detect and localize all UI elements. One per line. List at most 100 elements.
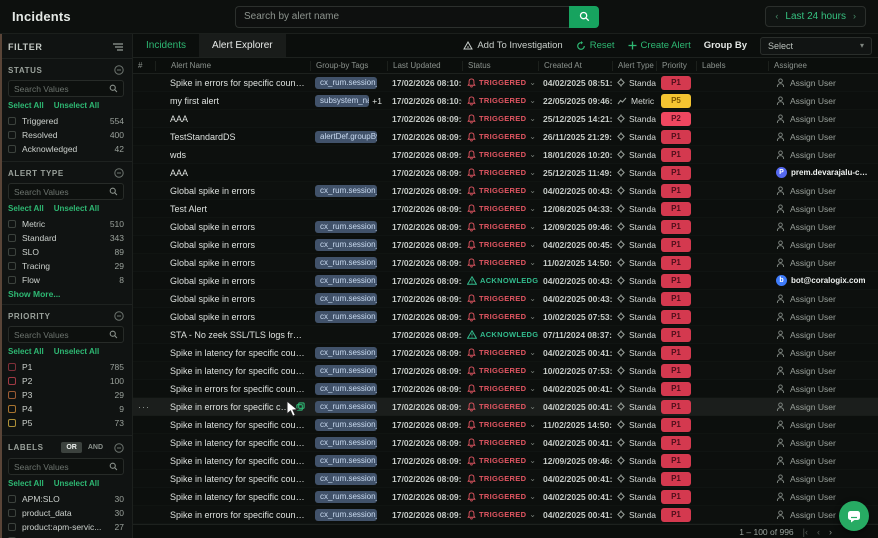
assign-user-button[interactable]: Assign User (776, 312, 836, 322)
col-header-alert-type[interactable]: Alert Type (612, 61, 656, 71)
table-row[interactable]: ··· Spike in errors for specific country… (133, 74, 878, 92)
alert-name[interactable]: AAA (170, 168, 188, 178)
filter-item[interactable]: P2 100 (8, 374, 124, 387)
status-dropdown-icon[interactable]: ⌄ (529, 186, 538, 195)
assign-user-button[interactable]: Assign User (776, 402, 836, 412)
checkbox[interactable] (8, 495, 16, 503)
group-by-tag-chip[interactable]: cx_rum.session_conte (315, 491, 377, 503)
show-more-link[interactable]: Show More... (8, 289, 124, 299)
alert-name[interactable]: Global spike in errors (170, 258, 255, 268)
status-dropdown-icon[interactable]: ⌄ (529, 96, 538, 105)
table-row[interactable]: ··· Global spike in errors cx_rum.sessio… (133, 290, 878, 308)
group-by-tag-chip[interactable]: cx_rum.session_conte (315, 365, 377, 377)
group-by-tag-chip[interactable]: cx_rum.session_conte (315, 509, 377, 521)
collapse-section-icon[interactable] (114, 168, 124, 178)
group-by-tag-chip[interactable]: cx_rum.session_conte (315, 419, 377, 431)
select-all-link[interactable]: Select All (8, 101, 44, 110)
table-row[interactable]: ··· my first alert subsystem_name: +1 17… (133, 92, 878, 110)
table-row[interactable]: ··· Spike in errors for specific country… (133, 506, 878, 524)
alert-name[interactable]: TestStandardDS (170, 132, 236, 142)
filter-item[interactable]: P3 29 (8, 388, 124, 401)
col-header-alert-name[interactable]: Alert Name (155, 61, 310, 71)
assign-user-button[interactable]: Assign User (776, 510, 836, 520)
filter-search-input[interactable] (14, 187, 109, 197)
create-alert-button[interactable]: Create Alert (628, 40, 691, 51)
alert-name[interactable]: Global spike in errors (170, 186, 255, 196)
chevron-right-icon[interactable]: › (853, 12, 856, 21)
checkbox[interactable] (8, 234, 16, 242)
group-by-tag-chip[interactable]: cx_rum.session_conte (315, 455, 377, 467)
assign-user-button[interactable]: Assign User (776, 240, 836, 250)
checkbox[interactable] (8, 391, 16, 399)
alert-name[interactable]: Global spike in errors (170, 312, 255, 322)
status-dropdown-icon[interactable]: ⌄ (529, 492, 538, 501)
status-dropdown-icon[interactable]: ⌄ (529, 168, 538, 177)
status-dropdown-icon[interactable]: ⌄ (529, 240, 538, 249)
status-dropdown-icon[interactable]: ⌄ (529, 150, 538, 159)
assign-user-button[interactable]: Assign User (776, 420, 836, 430)
table-row[interactable]: ··· Test Alert 17/02/2026 08:09:25 TRIGG… (133, 200, 878, 218)
unselect-all-link[interactable]: Unselect All (54, 347, 100, 356)
status-dropdown-icon[interactable]: ⌄ (529, 510, 538, 519)
table-row[interactable]: ··· wds 17/02/2026 08:09:35 TRIGGERED ⌄ … (133, 146, 878, 164)
copy-icon[interactable] (296, 402, 305, 411)
checkbox[interactable] (8, 523, 16, 531)
filter-item[interactable]: Tracing 29 (8, 259, 124, 272)
table-row[interactable]: ··· TestStandardDS alertDef.groupByKeys … (133, 128, 878, 146)
alert-name[interactable]: Spike in errors for specific country (170, 384, 305, 394)
chevron-left-icon[interactable]: ‹ (775, 12, 778, 21)
assign-user-button[interactable]: Assign User (776, 456, 836, 466)
table-row[interactable]: ··· Spike in latency for specific countr… (133, 452, 878, 470)
status-dropdown-icon[interactable]: ⌄ (529, 222, 538, 231)
table-row[interactable]: ··· Global spike in errors cx_rum.sessio… (133, 272, 878, 290)
checkbox[interactable] (8, 262, 16, 270)
alert-name[interactable]: Spike in latency for specific country (170, 474, 305, 484)
or-toggle[interactable]: OR (61, 442, 82, 453)
checkbox[interactable] (8, 145, 16, 153)
group-by-tag-chip[interactable]: cx_rum.session_conte (315, 185, 377, 197)
filter-item[interactable]: P1 785 (8, 360, 124, 373)
filter-item[interactable]: APM:SLO 30 (8, 492, 124, 505)
alert-name[interactable]: STA - No zeek SSL/TLS logs from STA tool… (170, 330, 305, 340)
alert-name[interactable]: Spike in latency for specific country (170, 348, 305, 358)
alert-name[interactable]: Spike in latency for specific country (170, 366, 305, 376)
unselect-all-link[interactable]: Unselect All (54, 204, 100, 213)
status-dropdown-icon[interactable]: ⌄ (529, 312, 538, 321)
table-row[interactable]: ··· Spike in latency for specific countr… (133, 344, 878, 362)
tab-incidents[interactable]: Incidents (133, 34, 199, 57)
alert-name[interactable]: my first alert (170, 96, 219, 106)
collapse-section-icon[interactable] (114, 65, 124, 75)
table-row[interactable]: ··· AAA 17/02/2026 08:09:37 TRIGGERED ⌄ … (133, 110, 878, 128)
assign-user-button[interactable]: Assign User (776, 474, 836, 484)
status-dropdown-icon[interactable]: ⌄ (529, 474, 538, 483)
alert-name[interactable]: Global spike in errors (170, 240, 255, 250)
status-dropdown-icon[interactable]: ⌄ (529, 114, 538, 123)
group-by-select[interactable]: Select ▾ (760, 37, 872, 55)
next-page-icon[interactable]: › (829, 527, 832, 537)
filter-item[interactable]: P4 9 (8, 402, 124, 415)
table-row[interactable]: ··· Global spike in errors cx_rum.sessio… (133, 308, 878, 326)
alert-name[interactable]: Global spike in errors (170, 294, 255, 304)
group-by-tag-chip[interactable]: cx_rum.session_conte (315, 257, 377, 269)
col-header-group-by-tags[interactable]: Group-by Tags (310, 61, 387, 71)
status-dropdown-icon[interactable]: ⌄ (529, 204, 538, 213)
col-header-status[interactable]: Status (462, 61, 538, 71)
assign-user-button[interactable]: Assign User (776, 438, 836, 448)
filter-item[interactable]: Triggered 554 (8, 114, 124, 127)
group-by-tag-chip[interactable]: alertDef.groupByKeys (315, 131, 377, 143)
filter-search-input[interactable] (14, 330, 109, 340)
select-all-link[interactable]: Select All (8, 347, 44, 356)
assignee-user[interactable]: P prem.devarajalu-c@ctc-g.co (776, 167, 873, 178)
assign-user-button[interactable]: Assign User (776, 492, 836, 502)
alert-name[interactable]: Spike in latency for specific country (170, 438, 305, 448)
group-by-tag-chip[interactable]: cx_rum.session_conte (315, 221, 377, 233)
table-row[interactable]: ··· Global spike in errors cx_rum.sessio… (133, 254, 878, 272)
assign-user-button[interactable]: Assign User (776, 330, 836, 340)
unselect-all-link[interactable]: Unselect All (54, 479, 100, 488)
assign-user-button[interactable]: Assign User (776, 366, 836, 376)
assign-user-button[interactable]: Assign User (776, 204, 836, 214)
filter-item[interactable]: SLO 89 (8, 245, 124, 258)
col-header-last-updated[interactable]: Last Updated (387, 61, 462, 71)
filter-item[interactable]: product:apm-servic... 27 (8, 520, 124, 533)
col-header-labels[interactable]: Labels (696, 61, 768, 71)
